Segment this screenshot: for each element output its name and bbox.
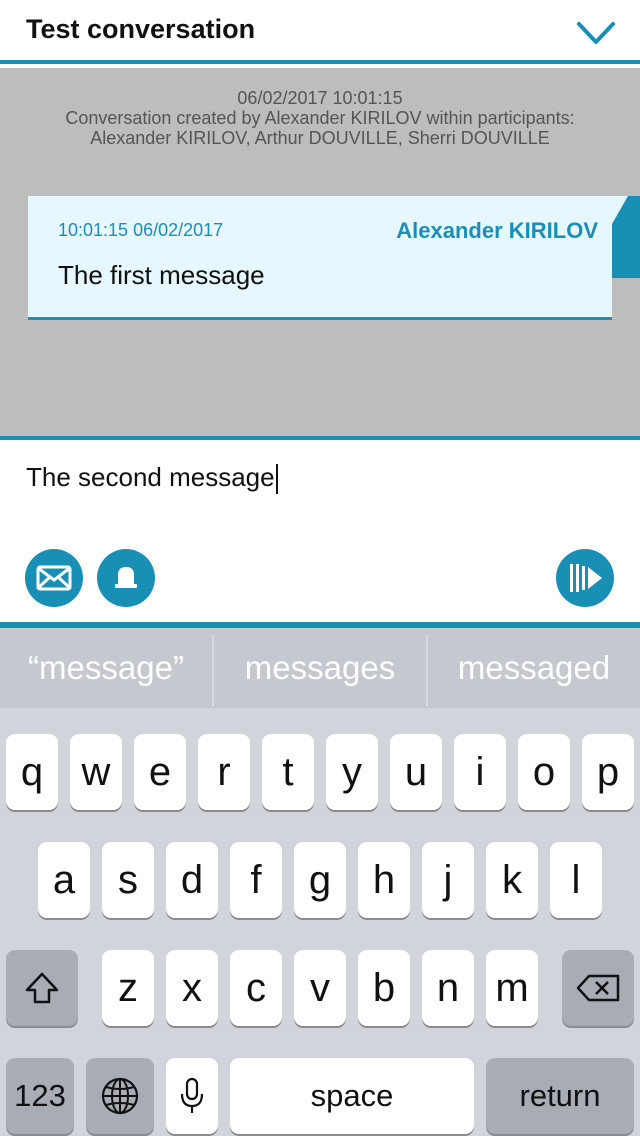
key-a[interactable]: a [38,842,90,918]
key-s[interactable]: s [102,842,154,918]
key-y[interactable]: y [326,734,378,810]
key-e[interactable]: e [134,734,186,810]
system-message: 06/02/2017 10:01:15 Conversation created… [60,88,580,148]
email-button[interactable] [25,549,83,607]
conversation-header: Test conversation [0,0,640,64]
key-z[interactable]: z [102,950,154,1026]
key-d[interactable]: d [166,842,218,918]
microphone-icon [180,1077,204,1113]
send-icon [570,564,602,592]
predictive-bar: “message” messages messaged [0,628,640,708]
message-text: The first message [58,260,265,290]
key-m[interactable]: m [486,950,538,1026]
system-text: Conversation created by Alexander KIRILO… [65,108,575,148]
shift-icon [25,972,59,1004]
key-n[interactable]: n [422,950,474,1026]
key-j[interactable]: j [422,842,474,918]
key-q[interactable]: q [6,734,58,810]
microphone-key[interactable] [166,1058,218,1134]
key-r[interactable]: r [198,734,250,810]
conversation-title: Test conversation [26,14,256,44]
message-bubble-notch [612,196,628,224]
key-v[interactable]: v [294,950,346,1026]
key-w[interactable]: w [70,734,122,810]
notify-button[interactable] [97,549,155,607]
delete-key[interactable] [562,950,634,1026]
key-k[interactable]: k [486,842,538,918]
conversation-area[interactable]: 06/02/2017 10:01:15 Conversation created… [0,68,640,436]
message-composer: The second message [0,436,640,626]
suggestion-3[interactable]: messaged [428,628,640,708]
numbers-key[interactable]: 123 [6,1058,74,1134]
key-l[interactable]: l [550,842,602,918]
key-p[interactable]: p [582,734,634,810]
send-button[interactable] [556,549,614,607]
key-t[interactable]: t [262,734,314,810]
return-key[interactable]: return [486,1058,634,1134]
text-caret [275,464,278,495]
message-time: 10:01:15 06/02/2017 [58,220,224,240]
system-timestamp: 06/02/2017 10:01:15 [237,88,403,108]
message-bubble[interactable]: 10:01:15 06/02/2017 Alexander KIRILOV Th… [28,196,612,320]
space-key[interactable]: space [230,1058,474,1134]
key-g[interactable]: g [294,842,346,918]
message-input-value: The second message [26,462,275,492]
message-author: Alexander KIRILOV [396,218,598,243]
key-h[interactable]: h [358,842,410,918]
backspace-icon [576,974,620,1002]
bell-icon [115,567,137,588]
message-input[interactable]: The second message [26,462,278,495]
globe-key[interactable] [86,1058,154,1134]
key-o[interactable]: o [518,734,570,810]
suggestion-2[interactable]: messages [214,628,426,708]
chevron-down-icon[interactable] [576,18,616,46]
globe-icon [101,1077,139,1115]
suggestion-1[interactable]: “message” [0,628,212,708]
key-i[interactable]: i [454,734,506,810]
key-f[interactable]: f [230,842,282,918]
key-b[interactable]: b [358,950,410,1026]
shift-key[interactable] [6,950,78,1026]
keyboard: “message” messages messaged q w e r t y … [0,622,640,1136]
key-c[interactable]: c [230,950,282,1026]
envelope-icon [36,565,72,591]
key-x[interactable]: x [166,950,218,1026]
key-u[interactable]: u [390,734,442,810]
